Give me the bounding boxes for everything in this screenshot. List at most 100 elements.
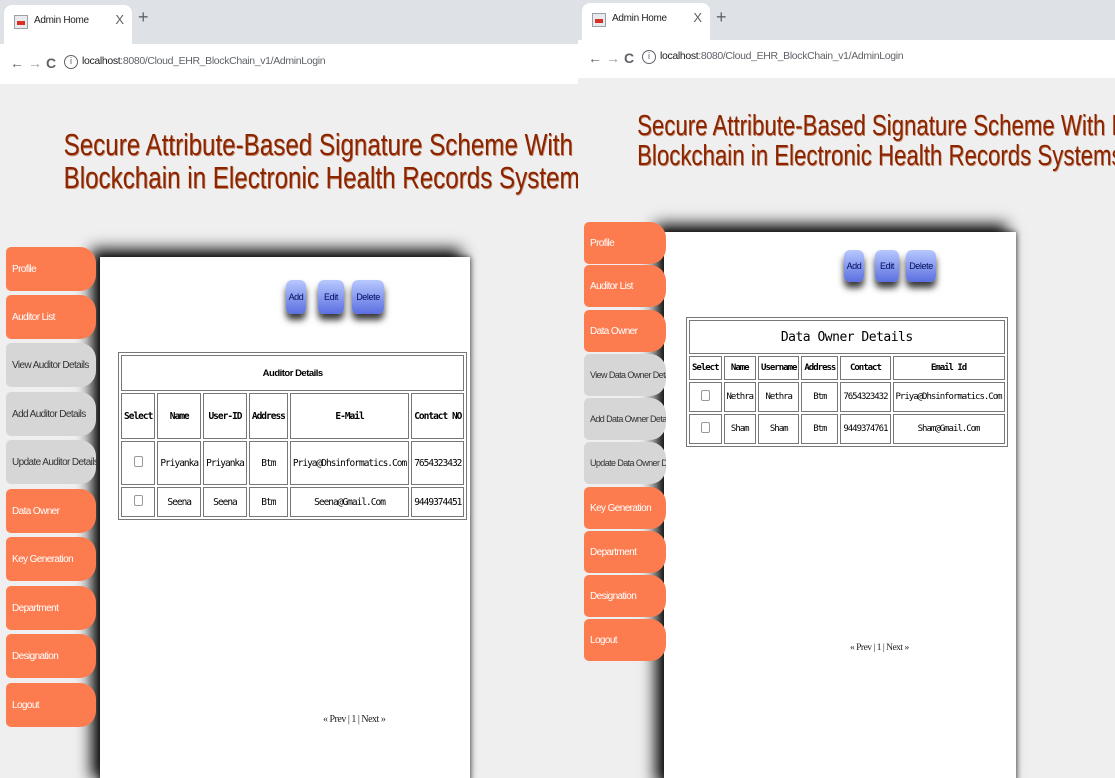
add-button[interactable]: Add (286, 280, 306, 314)
col-header-address: Address (248, 393, 288, 439)
menu-item-add-data-owner-details[interactable]: Add Data Owner Details (584, 398, 666, 440)
menu-item-profile[interactable]: Profile (6, 247, 96, 291)
cell-contact: 7654323432 (411, 441, 465, 485)
url-field[interactable]: localhost:8080/Cloud_EHR_BlockChain_v1/A… (82, 55, 326, 67)
edit-button[interactable]: Edit (318, 280, 344, 314)
site-title-line-1: Secure Attribute-Based Signature Scheme … (637, 110, 1115, 142)
cell-address: Btm (248, 487, 288, 517)
row-select-checkbox[interactable] (700, 390, 710, 401)
auditor-details-table: Auditor Details Select Name User-ID Addr… (118, 352, 468, 520)
cell-username: Nethra (758, 382, 800, 412)
col-header-user-id: User-ID (203, 393, 247, 439)
col-header-contact: Contact NO (411, 393, 465, 439)
forward-arrow-icon[interactable]: → (606, 50, 620, 66)
menu-item-designation[interactable]: Designation (584, 575, 666, 617)
browser-window-auditor: Admin Home X + ← → C i localhost:8080/Cl… (0, 0, 578, 778)
menu-item-logout[interactable]: Logout (584, 619, 666, 661)
site-title-line-2: Blockchain in Electronic Health Records … (63, 160, 578, 195)
table-row: Sham Sham Btm 9449374761 Sham@Gmail.Com (689, 414, 1005, 444)
address-bar: ← → C i localhost:8080/Cloud_EHR_BlockCh… (0, 44, 578, 84)
row-select-checkbox[interactable] (133, 456, 143, 467)
menu-item-department[interactable]: Department (6, 586, 96, 630)
new-tab-icon[interactable]: + (138, 7, 149, 28)
menu-item-data-owner[interactable]: Data Owner (584, 310, 666, 352)
current-page-link[interactable]: 1 (877, 643, 882, 653)
cell-name: Seena (157, 487, 202, 517)
back-arrow-icon[interactable]: ← (588, 50, 602, 66)
delete-button[interactable]: Delete (906, 250, 936, 282)
row-select-cell[interactable] (121, 441, 156, 485)
col-header-select: Select (689, 356, 722, 380)
edit-button[interactable]: Edit (875, 250, 899, 282)
url-host: localhost (660, 50, 699, 62)
col-header-contact: Contact (840, 356, 891, 380)
data-owner-details-table: Data Owner Details Select Name Username … (686, 317, 1008, 447)
pagination: « Prev | 1 | Next » (323, 714, 386, 725)
menu-item-key-generation[interactable]: Key Generation (584, 487, 666, 529)
reload-icon[interactable]: C (624, 50, 634, 66)
site-info-icon[interactable]: i (642, 50, 656, 64)
table-caption: Auditor Details (121, 355, 465, 391)
tab-strip: Admin Home X + (0, 0, 578, 44)
new-tab-icon[interactable]: + (716, 7, 727, 28)
browser-tab[interactable]: Admin Home X (4, 5, 132, 44)
menu-item-view-auditor-details[interactable]: View Auditor Details (6, 343, 96, 387)
cell-email: Priya@Dhsinformatics.Com (289, 441, 410, 485)
cell-name: Sham (723, 414, 757, 444)
menu-item-data-owner[interactable]: Data Owner (6, 489, 96, 533)
cell-name: Nethra (723, 382, 757, 412)
cell-address: Btm (801, 414, 839, 444)
col-header-name: Name (157, 393, 202, 439)
menu-item-add-auditor-details[interactable]: Add Auditor Details (6, 392, 96, 436)
site-title: Secure Attribute-Based Signature Scheme … (0, 128, 578, 194)
row-select-checkbox[interactable] (133, 495, 143, 506)
page-favicon-icon (14, 15, 28, 29)
site-info-icon[interactable]: i (64, 55, 78, 69)
forward-arrow-icon[interactable]: → (28, 55, 42, 71)
prev-page-link[interactable]: « Prev (850, 643, 872, 653)
menu-item-view-data-owner-details[interactable]: View Data Owner Details (584, 354, 666, 396)
menu-item-logout[interactable]: Logout (6, 683, 96, 727)
current-page-link[interactable]: 1 (351, 714, 356, 725)
next-page-link[interactable]: Next » (361, 714, 385, 725)
url-host: localhost (82, 55, 121, 67)
delete-button[interactable]: Delete (352, 280, 384, 314)
row-select-cell[interactable] (689, 382, 722, 412)
tab-title: Admin Home (34, 15, 89, 26)
reload-icon[interactable]: C (46, 55, 56, 71)
menu-item-auditor-list[interactable]: Auditor List (584, 265, 666, 307)
menu-item-update-data-owner-details[interactable]: Update Data Owner Details (584, 442, 666, 484)
next-page-link[interactable]: Next » (886, 643, 909, 653)
col-header-email-id: Email Id (892, 356, 1005, 380)
menu-item-department[interactable]: Department (584, 531, 666, 573)
row-select-checkbox[interactable] (700, 422, 710, 433)
back-arrow-icon[interactable]: ← (10, 55, 24, 71)
prev-page-link[interactable]: « Prev (323, 714, 346, 725)
pager-separator: | (873, 643, 875, 653)
menu-item-profile[interactable]: Profile (584, 222, 666, 264)
pager-separator: | (357, 714, 360, 725)
col-header-address: Address (801, 356, 839, 380)
menu-item-auditor-list[interactable]: Auditor List (6, 295, 96, 339)
url-field[interactable]: localhost:8080/Cloud_EHR_BlockChain_v1/A… (660, 50, 904, 62)
col-header-name: Name (723, 356, 757, 380)
cell-address: Btm (248, 441, 288, 485)
pager-separator: | (347, 714, 350, 725)
url-path: :8080/Cloud_EHR_BlockChain_v1/AdminLogin (698, 50, 904, 62)
cell-username: Sham (758, 414, 800, 444)
row-select-cell[interactable] (121, 487, 156, 517)
close-tab-icon[interactable]: X (693, 10, 702, 25)
cell-user-id: Seena (203, 487, 247, 517)
menu-item-designation[interactable]: Designation (6, 634, 96, 678)
col-header-username: Username (758, 356, 800, 380)
menu-item-update-auditor-details[interactable]: Update Auditor Details (6, 440, 96, 484)
pagination: « Prev | 1 | Next » (850, 643, 909, 653)
cell-address: Btm (801, 382, 839, 412)
cell-contact: 9449374451 (411, 487, 465, 517)
close-tab-icon[interactable]: X (115, 12, 124, 27)
page-favicon-icon (592, 13, 606, 27)
browser-tab[interactable]: Admin Home X (582, 3, 710, 40)
row-select-cell[interactable] (689, 414, 722, 444)
add-button[interactable]: Add (844, 250, 864, 282)
menu-item-key-generation[interactable]: Key Generation (6, 537, 96, 581)
